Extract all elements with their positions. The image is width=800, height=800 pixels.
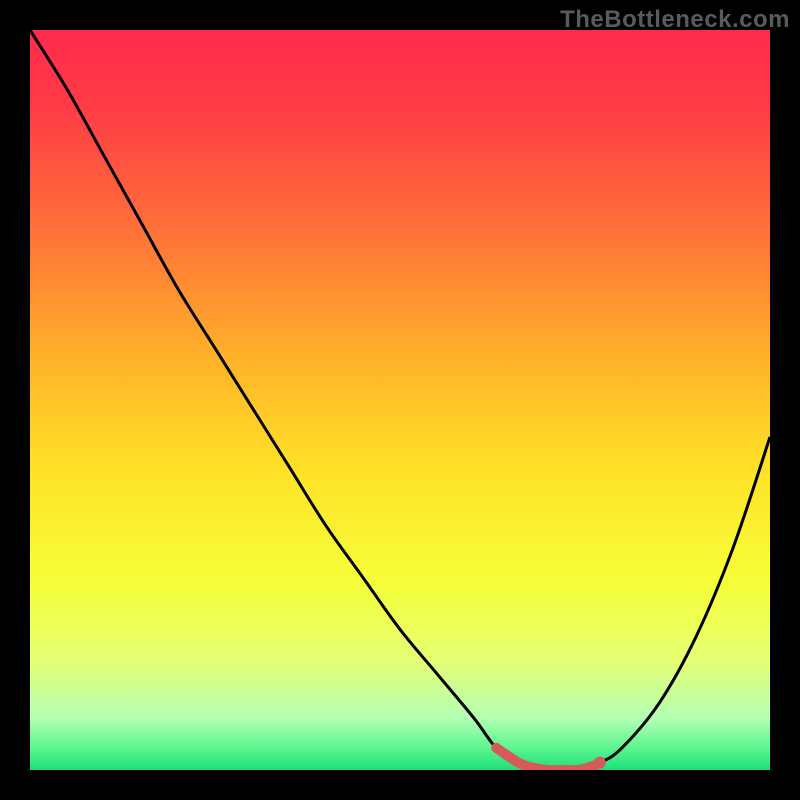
gradient-background xyxy=(30,30,770,770)
plot-area xyxy=(30,30,770,770)
bottleneck-chart xyxy=(30,30,770,770)
chart-frame: TheBottleneck.com xyxy=(0,0,800,800)
optimal-end-dot xyxy=(594,757,606,769)
